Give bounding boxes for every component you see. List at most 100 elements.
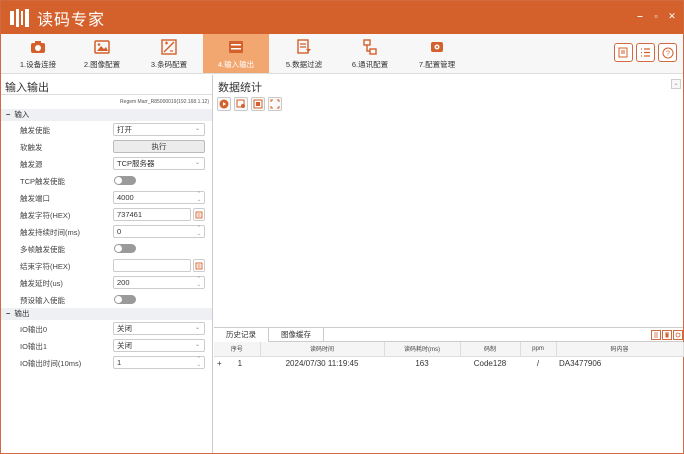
statistics-panel: 数据统计 ⌄ 历史记录 图像缓存 序号 读码时间 读码耗时(ms) 码制 ppm…	[214, 75, 684, 453]
history-delete-button[interactable]	[662, 330, 672, 340]
tab-label: 2.图像配置	[83, 60, 121, 69]
window-controls: ‒ ▫ ✕	[635, 11, 677, 22]
row-io-out-time: IO输出时间(10ms) 1 ⌃ ⌄	[1, 354, 212, 371]
preset-input-toggle[interactable]	[114, 295, 136, 304]
input-value: 737461	[117, 210, 143, 219]
column-header[interactable]: 码内容	[556, 342, 684, 357]
tab-image-cache[interactable]: 图像缓存	[269, 328, 324, 342]
multi-trigger-toggle[interactable]	[114, 244, 136, 253]
tab-config-manage[interactable]: 7.配置管理	[404, 34, 470, 73]
fullscreen-button[interactable]	[268, 97, 282, 111]
history-tabs: 历史记录 图像缓存	[214, 328, 683, 342]
app-logo-icon	[9, 8, 31, 28]
spinner-arrows-icon[interactable]: ⌃ ⌄	[197, 356, 201, 368]
fit-view-icon	[253, 99, 263, 109]
select-value: 关闭	[117, 324, 132, 333]
close-icon[interactable]: ✕	[667, 11, 677, 22]
maximize-icon[interactable]: ▫	[651, 11, 661, 22]
spinner-arrows-icon[interactable]: ⌃ ⌄	[197, 225, 201, 237]
collapse-minus-icon: −	[6, 309, 11, 318]
trigger-port-stepper[interactable]: 4000 ⌃ ⌄	[113, 191, 205, 204]
tcp-trigger-toggle[interactable]	[114, 176, 136, 185]
filter-icon	[296, 38, 312, 56]
row-trigger-enable: 触发使能 打开 ⌄	[1, 121, 212, 138]
tab-label: 1.设备连接	[19, 60, 57, 69]
io-out0-select[interactable]: 关闭 ⌄	[113, 322, 205, 335]
tab-image-config[interactable]: 2.图像配置	[69, 34, 135, 73]
column-header[interactable]: ppm	[520, 342, 557, 357]
table-row[interactable]: +1 2024/07/30 11:19:45 163 Code128 / DA3…	[214, 356, 683, 370]
list-button[interactable]	[636, 43, 655, 62]
tab-history[interactable]: 历史记录	[214, 328, 269, 342]
expand-icon	[270, 99, 280, 109]
notes-button[interactable]	[614, 43, 633, 62]
row-io-out0: IO输出0 关闭 ⌄	[1, 320, 212, 337]
row-soft-trigger: 软触发 执行	[1, 138, 212, 155]
column-header[interactable]: 码制	[460, 342, 521, 357]
row-trigger-delay: 触发延时(us) 200 ⌃ ⌄	[1, 274, 212, 291]
expand-icon[interactable]: +	[217, 359, 222, 368]
section-input[interactable]: − 输入	[1, 109, 212, 121]
refresh-icon	[675, 332, 681, 338]
trigger-source-select[interactable]: TCP服务器 ⌄	[113, 157, 205, 170]
edit-hex-button[interactable]	[193, 208, 205, 221]
io-out1-select[interactable]: 关闭 ⌄	[113, 339, 205, 352]
main-toolbar: 1.设备连接 2.图像配置 3.条码配置 4.输入输出 5.数据过滤 6.通讯配…	[1, 34, 683, 74]
history-list-button[interactable]	[651, 330, 661, 340]
tab-barcode-config[interactable]: 3.条码配置	[136, 34, 202, 73]
field-label: 触发使能	[20, 126, 50, 135]
tab-data-filter[interactable]: 5.数据过滤	[271, 34, 337, 73]
help-button[interactable]: ?	[658, 43, 677, 62]
field-label: 预设输入使能	[20, 296, 65, 305]
spinner-arrows-icon[interactable]: ⌃ ⌄	[197, 191, 201, 203]
start-button[interactable]	[217, 97, 231, 111]
trigger-hold-stepper[interactable]: 0 ⌃ ⌄	[113, 225, 205, 238]
chevron-down-icon: ⌄	[194, 325, 200, 331]
section-output[interactable]: − 输出	[1, 308, 212, 320]
io-settings-panel: 输入输出 Regem Marr_R85000019(192.168.1.12) …	[1, 75, 213, 453]
collapse-panel-button[interactable]: ⌄	[671, 79, 681, 89]
trigger-delay-stepper[interactable]: 200 ⌃ ⌄	[113, 276, 205, 289]
network-icon	[362, 38, 378, 56]
edit-icon	[195, 211, 203, 218]
spinner-arrows-icon[interactable]: ⌃ ⌄	[197, 276, 201, 288]
app-title: 读码专家	[37, 11, 106, 29]
field-label: 触发字符(HEX)	[20, 211, 71, 220]
history-buttons	[651, 330, 683, 340]
list-icon	[654, 332, 658, 338]
column-header[interactable]: 读码时间	[260, 342, 385, 357]
field-label: IO输出1	[20, 342, 48, 351]
trigger-string-input[interactable]: 737461	[113, 208, 191, 221]
row-trigger-hold: 触发持续时间(ms) 0 ⌃ ⌄	[1, 223, 212, 240]
panel-title: 数据统计	[218, 82, 262, 94]
tab-label: 7.配置管理	[418, 60, 456, 69]
row-index-cell: +1	[214, 356, 260, 370]
help-icon: ?	[662, 47, 673, 58]
stats-toolbar	[217, 97, 282, 111]
column-header[interactable]: 读码耗时(ms)	[384, 342, 461, 357]
tab-input-output[interactable]: 4.输入输出	[203, 34, 269, 73]
fit-view-button[interactable]	[251, 97, 265, 111]
end-string-input[interactable]	[113, 259, 191, 272]
image-icon	[94, 38, 110, 56]
stepper-value: 0	[117, 227, 122, 236]
row-trigger-string: 触发字符(HEX) 737461	[1, 206, 212, 223]
execute-button[interactable]: 执行	[113, 140, 205, 153]
minimize-icon[interactable]: ‒	[635, 11, 645, 22]
trigger-enable-select[interactable]: 打开 ⌄	[113, 123, 205, 136]
history-refresh-button[interactable]	[673, 330, 683, 340]
column-header[interactable]: 序号	[214, 342, 261, 357]
table-header: 序号 读码时间 读码耗时(ms) 码制 ppm 码内容	[214, 342, 684, 357]
stepper-value: 4000	[117, 193, 134, 202]
tab-comm-config[interactable]: 6.通讯配置	[337, 34, 403, 73]
row-multi-trigger: 多帧触发使能	[1, 240, 212, 257]
tab-label: 3.条码配置	[150, 60, 188, 69]
field-label: IO输出时间(10ms)	[20, 359, 82, 368]
section-label: 输出	[14, 309, 30, 318]
tab-device-connect[interactable]: 1.设备连接	[5, 34, 71, 73]
io-out-time-stepper[interactable]: 1 ⌃ ⌄	[113, 356, 205, 369]
save-image-button[interactable]	[234, 97, 248, 111]
edit-hex-button[interactable]	[193, 259, 205, 272]
device-info: Regem Marr_R85000019(192.168.1.12)	[120, 99, 209, 105]
select-value: 关闭	[117, 341, 132, 350]
